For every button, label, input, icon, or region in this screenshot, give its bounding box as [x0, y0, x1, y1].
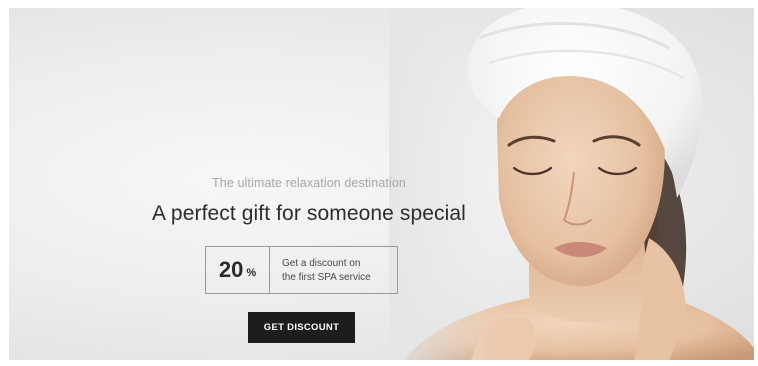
discount-description: Get a discount on the first SPA service — [270, 247, 397, 293]
discount-unit: % — [246, 267, 257, 279]
discount-number: 20 — [218, 257, 244, 282]
discount-line-1: Get a discount on — [282, 258, 361, 269]
discount-offer-box: 20 % Get a discount on the first SPA ser… — [205, 246, 398, 294]
get-discount-button[interactable]: GET DISCOUNT — [248, 312, 355, 343]
hero-banner: The ultimate relaxation destination A pe… — [9, 8, 754, 360]
hero-subtitle: The ultimate relaxation destination — [212, 176, 406, 190]
hero-content: The ultimate relaxation destination A pe… — [9, 8, 754, 360]
hero-headline: A perfect gift for someone special — [152, 202, 466, 225]
page: The ultimate relaxation destination A pe… — [0, 0, 758, 366]
discount-value: 20 % — [206, 247, 270, 293]
discount-line-2: the first SPA service — [282, 272, 371, 283]
